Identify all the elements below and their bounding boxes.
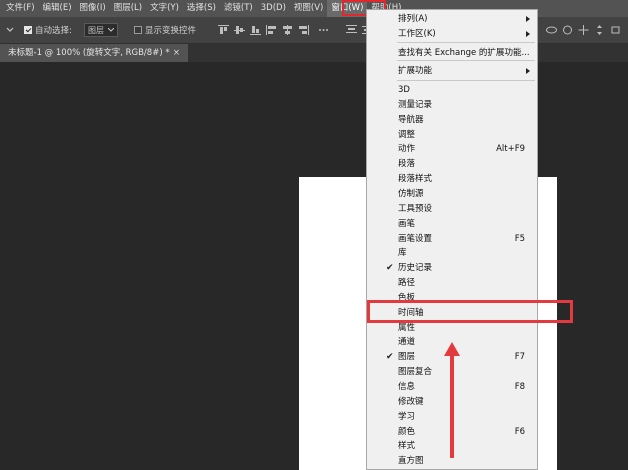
menu-separator — [397, 60, 535, 61]
menu-view[interactable]: 视图(V) — [290, 0, 327, 17]
window-menu-item-label: 查找有关 Exchange 的扩展功能... — [398, 48, 530, 58]
window-menu-item-label: 直方图 — [398, 456, 424, 467]
window-menu-item[interactable]: 画笔 — [367, 217, 537, 232]
window-menu-item[interactable]: 动作 Alt+F9 — [367, 142, 537, 157]
window-menu-item-shortcut: F6 — [514, 426, 525, 437]
window-menu-item-label: 图层复合 — [398, 367, 433, 378]
window-menu-item-label: 工具预设 — [398, 203, 433, 214]
menu-type[interactable]: 文字(Y) — [146, 0, 183, 17]
3d-scale-icon[interactable] — [610, 25, 621, 35]
show-transform-toggle[interactable]: 显示变换控件 — [134, 17, 196, 43]
align-bottom-edges-icon[interactable] — [250, 25, 261, 35]
3d-orbit-icon[interactable] — [546, 25, 557, 35]
align-left-edges-icon[interactable] — [266, 25, 277, 35]
window-menu-item-label: 导航器 — [398, 114, 424, 125]
window-menu-item-label: 历史记录 — [398, 263, 433, 274]
more-options-icon[interactable] — [318, 25, 329, 35]
align-horizontal-centers-icon[interactable] — [282, 25, 293, 35]
window-menu-item[interactable]: 仿制源 — [367, 187, 537, 202]
window-menu-item-label: 库 — [398, 248, 407, 259]
align-buttons — [218, 17, 334, 43]
window-menu-item-label: 调整 — [398, 129, 416, 140]
3d-roll-icon[interactable] — [562, 25, 573, 35]
window-menu-item-label: 画笔设置 — [398, 233, 433, 244]
window-menu-item-label: 通道 — [398, 337, 416, 348]
menu-layer[interactable]: 图层(L) — [110, 0, 146, 17]
chevron-down-icon — [108, 28, 114, 32]
window-menu-item-label: 学习 — [398, 411, 416, 422]
window-menu-item[interactable]: 导航器 — [367, 113, 537, 128]
timeline-highlight-box — [367, 300, 573, 323]
align-top-edges-icon[interactable] — [218, 25, 229, 35]
window-menu-item-label: 测量记录 — [398, 99, 433, 110]
menu-file[interactable]: 文件(F) — [2, 0, 39, 17]
annotation-arrow-icon — [444, 342, 460, 458]
document-tab-title: 未标题-1 @ 100% (旋转文字, RGB/8#) * — [8, 48, 170, 58]
window-menu-item[interactable]: 查找有关 Exchange 的扩展功能... — [367, 46, 537, 61]
window-menu-item[interactable]: 画笔设置 F5 — [367, 232, 537, 247]
window-menu-item-label: 3D — [398, 85, 410, 95]
window-menu-item-label: 修改键 — [398, 396, 424, 407]
window-menu-item[interactable]: 路径 — [367, 276, 537, 291]
menu-image[interactable]: 图像(I) — [76, 0, 110, 17]
chevron-down-icon — [6, 27, 14, 32]
window-menu-item-label: 扩展功能 — [398, 66, 433, 76]
align-vertical-centers-icon[interactable] — [234, 25, 245, 35]
auto-select-target-value: 图层 — [88, 25, 104, 35]
window-menu-item-label: 仿制源 — [398, 188, 424, 199]
submenu-arrow-icon — [526, 16, 530, 22]
submenu-arrow-icon — [526, 31, 530, 37]
auto-select-target-select[interactable]: 图层 — [84, 23, 118, 37]
window-menu-item[interactable]: 调整 — [367, 128, 537, 143]
window-menu-item-shortcut: F7 — [514, 352, 525, 363]
window-menu-item-label: 信息 — [398, 382, 416, 392]
document-tab[interactable]: 未标题-1 @ 100% (旋转文字, RGB/8#) * × — [0, 44, 188, 62]
3d-pan-icon[interactable] — [578, 25, 589, 35]
window-menu-item-label: 样式 — [398, 441, 416, 452]
window-menu-item[interactable]: 工作区(K) — [367, 27, 537, 42]
window-menu-item-label: 排列(A) — [398, 14, 428, 24]
distribute-top-icon[interactable] — [346, 25, 357, 35]
window-menu-item-label: 颜色 — [398, 426, 416, 437]
menu-edit[interactable]: 编辑(E) — [39, 0, 76, 17]
window-menu-item-shortcut: F8 — [514, 382, 525, 392]
window-menu-item[interactable]: 工具预设 — [367, 202, 537, 217]
align-right-edges-icon[interactable] — [298, 25, 309, 35]
3d-mode-buttons — [546, 17, 626, 43]
menu-separator — [397, 80, 535, 81]
window-menu-item[interactable]: 测量记录 — [367, 98, 537, 113]
auto-select-label: 自动选择: — [35, 26, 72, 36]
menu-select[interactable]: 选择(S) — [183, 0, 220, 17]
auto-select-checkbox[interactable] — [24, 26, 32, 34]
show-transform-label: 显示变换控件 — [145, 26, 197, 36]
window-menu-item-label: 段落 — [398, 159, 416, 170]
window-menu-item[interactable]: 扩展功能 — [367, 64, 537, 79]
window-menu-item-shortcut: Alt+F9 — [496, 144, 525, 155]
window-menu-item-shortcut: F5 — [514, 233, 525, 244]
auto-select-toggle[interactable]: 自动选择: — [24, 17, 72, 43]
checkmark-icon: ✔ — [386, 263, 394, 274]
show-transform-checkbox[interactable] — [134, 26, 142, 34]
window-menu-item-label: 动作 — [398, 144, 416, 155]
window-menu-item-label: 路径 — [398, 278, 416, 289]
window-menu-item[interactable]: 库 — [367, 246, 537, 261]
window-menu-item-label: 画笔 — [398, 218, 416, 229]
window-menu-item[interactable]: 段落 — [367, 157, 537, 172]
window-menu-item-label: 图层 — [398, 352, 416, 363]
menu-filter[interactable]: 滤镜(T) — [220, 0, 257, 17]
window-menu-item[interactable]: 段落样式 — [367, 172, 537, 187]
close-icon[interactable]: × — [173, 44, 180, 62]
menu-3d[interactable]: 3D(D) — [257, 0, 290, 17]
window-menu-item-label: 工作区(K) — [398, 29, 436, 39]
submenu-arrow-icon — [526, 68, 530, 74]
window-menu-item[interactable]: 历史记录 ✔ — [367, 261, 537, 276]
menu-separator — [397, 42, 535, 43]
3d-slide-icon[interactable] — [594, 25, 605, 35]
checkmark-icon: ✔ — [386, 352, 394, 363]
window-menu-item[interactable]: 排列(A) — [367, 12, 537, 27]
window-menu-item[interactable]: 3D — [367, 83, 537, 98]
tool-preset-dropdown[interactable] — [6, 17, 14, 43]
window-menu-item-label: 段落样式 — [398, 174, 433, 185]
